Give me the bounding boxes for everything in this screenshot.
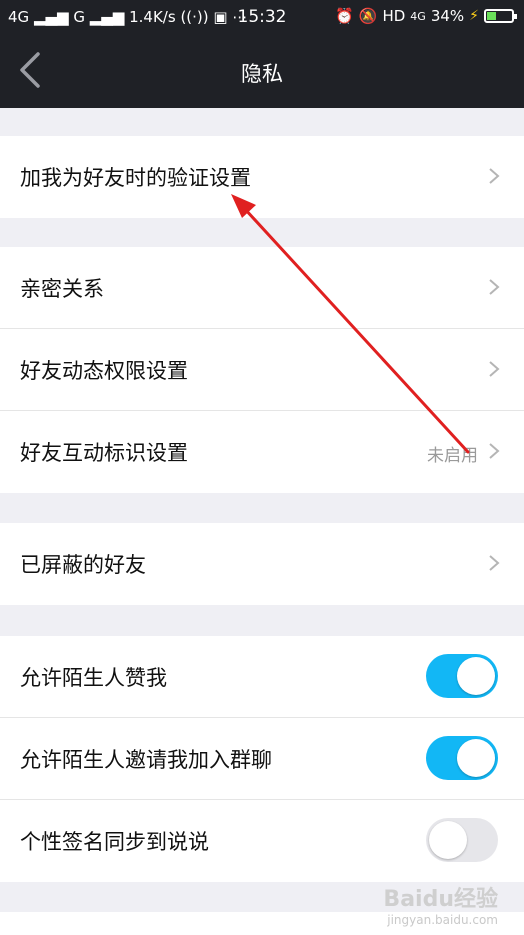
watermark-brand: Baidu经验: [383, 887, 498, 912]
row-label: 个性签名同步到说说: [20, 830, 209, 854]
row-feed-permissions[interactable]: 好友动态权限设置: [0, 329, 524, 411]
page-title: 隐私: [241, 62, 283, 86]
status-right: ⏰ 🔕 HD 4G 34% ⚡: [335, 7, 517, 25]
toggle-switch[interactable]: [426, 654, 498, 698]
group-relationships: 亲密关系 好友动态权限设置 好友互动标识设置 未启用: [0, 247, 524, 493]
row-label: 允许陌生人邀请我加入群聊: [20, 748, 272, 772]
row-label: 亲密关系: [20, 277, 104, 301]
four-g-label: 4G: [410, 9, 426, 23]
watermark: Baidu经验 jingyan.baidu.com: [383, 881, 498, 927]
status-bar: 4G ▂▄▆ G ▂▄▆ 1.4K/s ((·)) ▣ ⋯ 15:32 ⏰ 🔕 …: [0, 0, 524, 36]
charging-icon: ⚡: [469, 8, 479, 24]
chevron-right-icon: [489, 361, 500, 377]
row-close-relationship[interactable]: 亲密关系: [0, 247, 524, 329]
row-allow-stranger-like: 允许陌生人赞我: [0, 636, 524, 718]
row-sync-signature: 个性签名同步到说说: [0, 800, 524, 882]
row-allow-stranger-group-invite: 允许陌生人邀请我加入群聊: [0, 718, 524, 800]
toggle-knob: [457, 739, 495, 777]
row-interaction-badge[interactable]: 好友互动标识设置 未启用: [0, 411, 524, 493]
group-verification: 加我为好友时的验证设置: [0, 136, 524, 218]
chevron-right-icon: [489, 555, 500, 571]
toggle-knob: [429, 821, 467, 859]
group-stranger-settings: 允许陌生人赞我 允许陌生人邀请我加入群聊 个性签名同步到说说: [0, 636, 524, 882]
battery-percent: 34%: [430, 7, 465, 25]
chevron-right-icon: [489, 279, 500, 295]
chevron-right-icon: [489, 168, 500, 184]
alarm-icon: ⏰: [335, 7, 354, 25]
toggle-switch[interactable]: [426, 736, 498, 780]
row-label: 已屏蔽的好友: [20, 553, 146, 577]
toggle-switch[interactable]: [426, 818, 498, 862]
navigation-bar: 隐私: [0, 36, 524, 108]
row-label: 好友动态权限设置: [20, 359, 188, 383]
hd-label: HD: [382, 7, 406, 25]
watermark-url: jingyan.baidu.com: [387, 913, 498, 927]
group-blocked: 已屏蔽的好友: [0, 523, 524, 605]
row-blocked-friends[interactable]: 已屏蔽的好友: [0, 523, 524, 605]
row-label: 好友互动标识设置: [20, 441, 188, 465]
toggle-knob: [457, 657, 495, 695]
mute-bell-icon: 🔕: [358, 7, 378, 25]
row-label: 允许陌生人赞我: [20, 666, 167, 690]
chevron-right-icon: [489, 443, 500, 459]
row-value: 未启用: [427, 446, 478, 466]
row-label: 加我为好友时的验证设置: [20, 166, 251, 190]
battery-icon: [484, 9, 517, 23]
row-friend-verification[interactable]: 加我为好友时的验证设置: [0, 136, 524, 218]
